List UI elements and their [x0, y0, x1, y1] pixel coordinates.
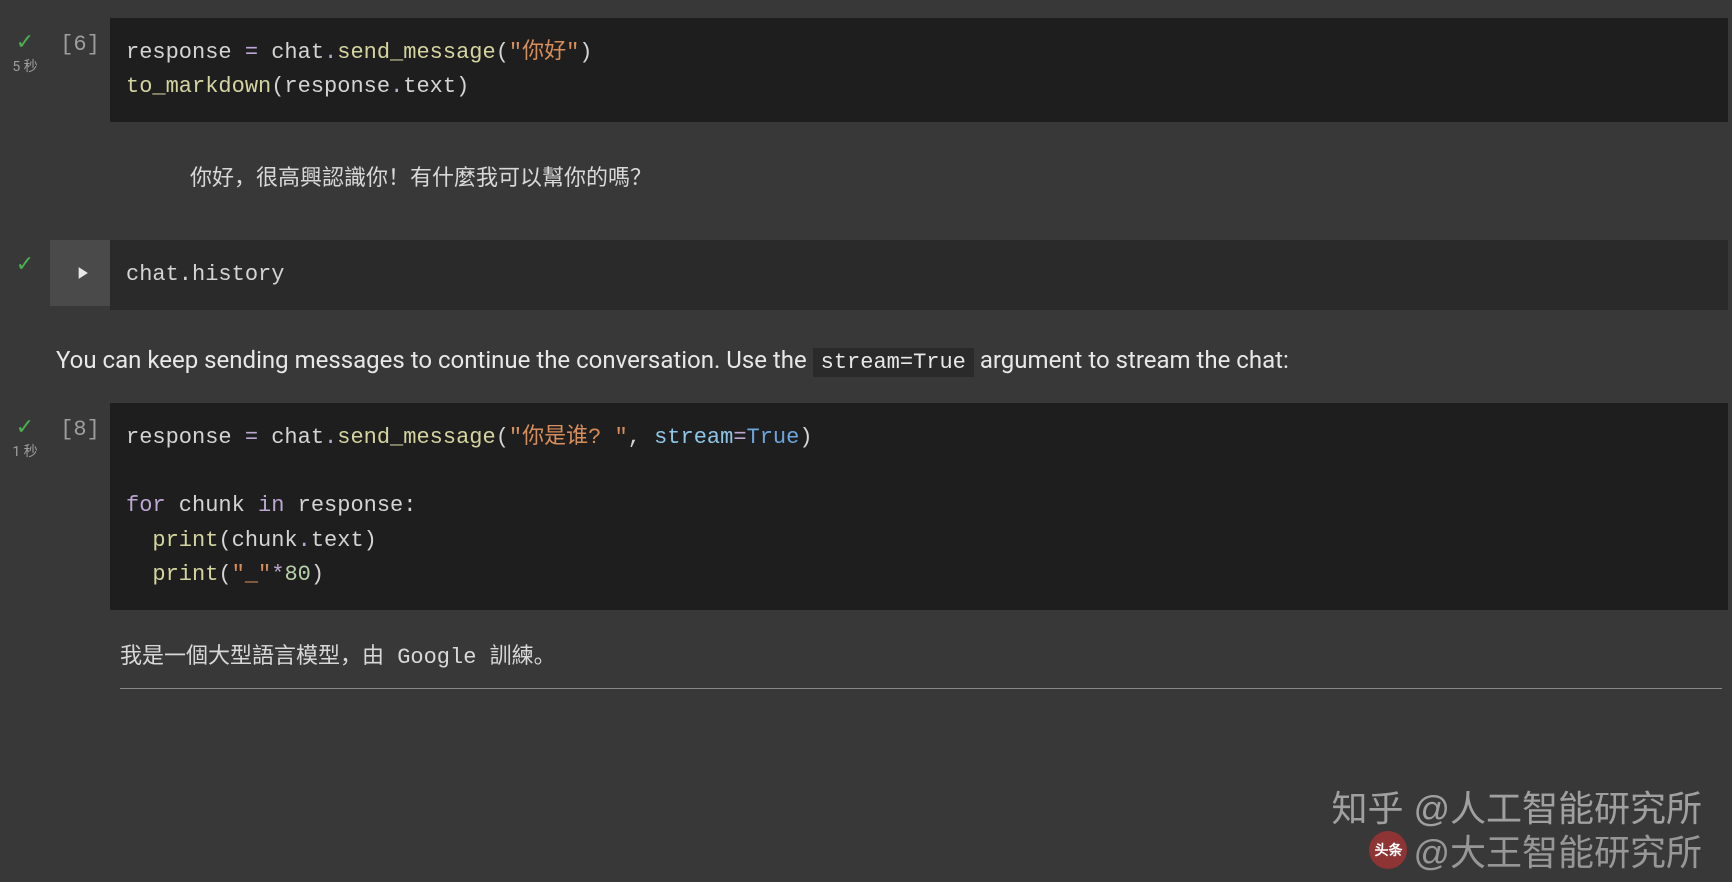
cell-output: 你好，很高興認識你！有什麼我可以幫你的嗎？ — [110, 130, 1732, 222]
markdown-cell: You can keep sending messages to continu… — [0, 318, 1732, 403]
code-cell-history: ✓ chat.history — [0, 240, 1732, 310]
cell-run-area — [50, 240, 110, 306]
check-icon: ✓ — [0, 32, 50, 54]
code-editor[interactable]: chat.history — [110, 240, 1728, 310]
output-divider — [120, 688, 1722, 689]
markdown-text-part1: You can keep sending messages to continu… — [56, 346, 813, 374]
check-icon: ✓ — [0, 417, 50, 439]
code-cell-8: ✓ 1 秒 [8] response = chat.send_message("… — [0, 403, 1732, 609]
play-icon — [72, 263, 92, 283]
cell-prompt: [6] — [50, 18, 110, 57]
run-button[interactable] — [57, 250, 103, 296]
cell-status-gutter: ✓ — [0, 240, 50, 276]
output-text: 我是一個大型語言模型，由 Google 訓練。 — [120, 645, 556, 670]
code-cell-6: ✓ 5 秒 [6] response = chat.send_message("… — [0, 18, 1732, 122]
markdown-text-part2: argument to stream the chat: — [974, 346, 1289, 374]
output-text: 你好，很高興認識你！有什麼我可以幫你的嗎？ — [190, 167, 652, 192]
inline-code: stream=True — [813, 348, 974, 377]
prompt-label: [6] — [60, 32, 100, 57]
watermark-toutiao: 头条 @大王智能研究所 — [1369, 824, 1702, 876]
cell-status-gutter: ✓ 5 秒 — [0, 18, 50, 76]
watermark-zhihu: 知乎 @人工智能研究所 — [1331, 780, 1702, 832]
code-editor[interactable]: response = chat.send_message("你是谁? ", st… — [110, 403, 1728, 609]
toutiao-logo-icon: 头条 — [1369, 831, 1407, 869]
cell-status-gutter: ✓ 1 秒 — [0, 403, 50, 461]
cell-timing: 1 秒 — [0, 441, 50, 461]
check-icon: ✓ — [0, 254, 50, 276]
cell-timing: 5 秒 — [0, 56, 50, 76]
watermark-toutiao-text: @大王智能研究所 — [1413, 824, 1702, 876]
cell-prompt: [8] — [50, 403, 110, 442]
code-editor[interactable]: response = chat.send_message("你好") to_ma… — [110, 18, 1728, 122]
cell-output: 我是一個大型語言模型，由 Google 訓練。 — [110, 618, 1732, 699]
prompt-label: [8] — [60, 417, 100, 442]
